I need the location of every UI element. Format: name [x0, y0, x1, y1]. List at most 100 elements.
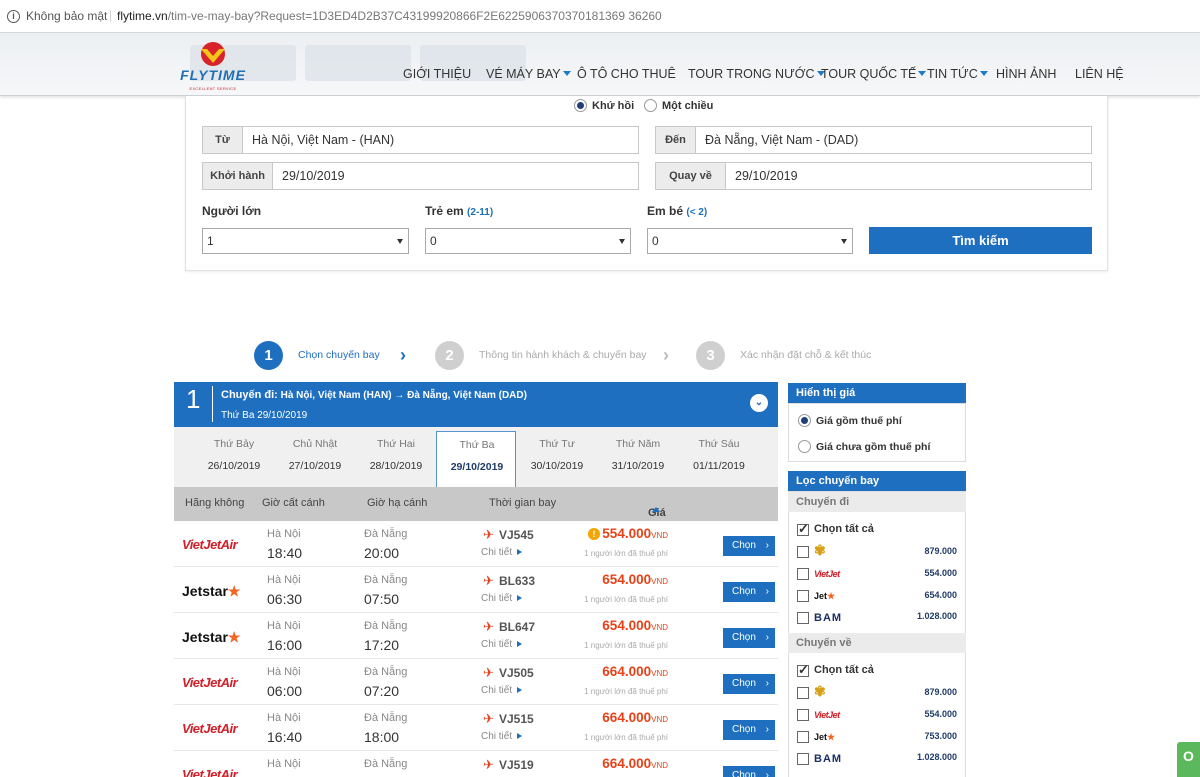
- vietjet-logo: VietJetAir: [182, 721, 238, 736]
- bamboo-icon: BAM: [814, 753, 843, 765]
- nav-tin-tuc[interactable]: TIN TỨC: [927, 67, 988, 81]
- infant-label: Em bé (< 2): [647, 204, 708, 218]
- flight-row: VietJetAir Hà Nội Đà Nẵng ✈ VJ519 664.00…: [174, 751, 778, 777]
- detail-link[interactable]: Chi tiết: [481, 731, 523, 742]
- vietjet-logo: VietJetAir: [182, 767, 238, 777]
- from-value[interactable]: Hà Nội, Việt Nam - (HAN): [252, 127, 394, 153]
- detail-link[interactable]: Chi tiết: [481, 593, 523, 604]
- child-select[interactable]: 0: [425, 228, 631, 254]
- caret-right-icon: [517, 549, 523, 555]
- to-field[interactable]: Đến Đà Nẵng, Việt Nam - (DAD): [655, 126, 1092, 154]
- price-display-box: Giá gồm thuế phí Giá chưa gồm thuế phí: [788, 403, 966, 462]
- flight-row: Jetstar★ Hà Nội 16:00 Đà Nẵng 17:20 ✈ BL…: [174, 613, 778, 659]
- day-tab-active[interactable]: Thứ Ba 29/10/2019: [436, 431, 516, 487]
- chat-tab[interactable]: O: [1177, 742, 1200, 777]
- expand-chevron-icon[interactable]: ⌄: [750, 394, 768, 412]
- filter-vietjet-checkbox[interactable]: [797, 709, 809, 721]
- col-arrive[interactable]: Giờ hạ cánh: [367, 497, 427, 509]
- col-duration[interactable]: Thời gian bay: [489, 497, 556, 509]
- url-text[interactable]: flytime.vn/tim-ve-may-bay?Request=1D3ED4…: [117, 9, 662, 23]
- day-tab[interactable]: Chủ Nhật 27/10/2019: [275, 431, 355, 487]
- results-column-header: Hãng không Giờ cất cánh Giờ hạ cánh Thời…: [174, 487, 778, 521]
- nav-gioi-thieu[interactable]: GIỚI THIỆU: [403, 67, 471, 81]
- warning-icon[interactable]: !: [588, 528, 600, 540]
- day-tab[interactable]: Thứ Năm 31/10/2019: [598, 431, 678, 487]
- logo-tagline: EXCELLENT SERVICE: [189, 86, 237, 91]
- return-value[interactable]: 29/10/2019: [735, 163, 798, 189]
- return-label: Quay về: [656, 163, 726, 189]
- logo-mark-icon: [201, 42, 225, 66]
- filter-vietjet-checkbox[interactable]: [797, 568, 809, 580]
- nav-lien-he[interactable]: LIÊN HỆ: [1075, 67, 1124, 81]
- filter-jetstar-checkbox[interactable]: [797, 731, 809, 743]
- filter-bamboo-checkbox[interactable]: [797, 612, 809, 624]
- select-all-outbound-checkbox[interactable]: [797, 521, 809, 537]
- logo-wordmark: FLYTIME: [180, 67, 246, 83]
- divider: [212, 386, 213, 422]
- choose-button[interactable]: Chọn ›: [723, 674, 775, 694]
- depart-date-field[interactable]: Khởi hành 29/10/2019: [202, 162, 639, 190]
- choose-button[interactable]: Chọn ›: [723, 536, 775, 556]
- plane-icon: ✈: [483, 573, 494, 588]
- nav-hinh-anh[interactable]: HÌNH ẢNH: [996, 67, 1056, 81]
- adult-select[interactable]: 1: [202, 228, 409, 254]
- day-tab[interactable]: Thứ Hai 28/10/2019: [356, 431, 436, 487]
- day-tab[interactable]: Thứ Bảy 26/10/2019: [194, 431, 274, 487]
- leg-number: 1: [186, 384, 201, 414]
- detail-link[interactable]: Chi tiết: [481, 639, 523, 650]
- price: 664.000VND: [602, 756, 668, 771]
- select-all-label: Chọn tất cả: [814, 523, 874, 535]
- day-tab[interactable]: Thứ Tư 30/10/2019: [517, 431, 597, 487]
- nav-tour-quoc-te[interactable]: TOUR QUỐC TẾ: [821, 67, 927, 81]
- dropdown-arrow-icon: [619, 239, 625, 244]
- choose-button[interactable]: Chọn ›: [723, 720, 775, 740]
- jetstar-icon: Jet★: [814, 732, 836, 742]
- flytime-logo[interactable]: FLYTIME EXCELLENT SERVICE: [178, 41, 248, 91]
- trip-round-radio[interactable]: Khứ hồi: [574, 99, 634, 112]
- filter-jetstar-checkbox[interactable]: [797, 590, 809, 602]
- select-all-return-checkbox[interactable]: [797, 662, 809, 678]
- price: 664.000VND: [602, 664, 668, 679]
- caret-right-icon: [517, 733, 523, 739]
- price-incl-radio[interactable]: Giá gồm thuế phí: [798, 414, 902, 427]
- vietjet-logo: VietJetAir: [182, 537, 238, 552]
- radio-icon: [798, 440, 811, 453]
- choose-button[interactable]: Chọn ›: [723, 766, 775, 777]
- from-label: Từ: [203, 127, 243, 153]
- depart-value[interactable]: 29/10/2019: [282, 163, 345, 189]
- chevron-right-icon: ›: [765, 770, 769, 777]
- nav-tour-trong-nuoc[interactable]: TOUR TRONG NƯỚC: [688, 67, 825, 81]
- filter-bamboo-checkbox[interactable]: [797, 753, 809, 765]
- chevron-right-icon: ›: [765, 632, 769, 643]
- dropdown-arrow-icon: [397, 239, 403, 244]
- detail-link[interactable]: Chi tiết: [481, 547, 523, 558]
- sort-up-icon: [652, 507, 660, 512]
- from-field[interactable]: Từ Hà Nội, Việt Nam - (HAN): [202, 126, 639, 154]
- ghost-tab-car: [305, 45, 411, 81]
- return-date-field[interactable]: Quay về 29/10/2019: [655, 162, 1092, 190]
- col-airline[interactable]: Hãng không: [185, 497, 244, 509]
- info-icon[interactable]: i: [7, 10, 20, 23]
- trip-oneway-radio[interactable]: Một chiều: [644, 99, 713, 112]
- day-tab[interactable]: Thứ Sáu 01/11/2019: [679, 431, 759, 487]
- infant-select[interactable]: 0: [647, 228, 853, 254]
- bamboo-icon: BAM: [814, 612, 843, 624]
- browser-address-bar[interactable]: i Không bảo mật | flytime.vn/tim-ve-may-…: [0, 0, 1200, 33]
- nav-o-to-cho-thue[interactable]: Ô TÔ CHO THUÊ: [577, 67, 676, 81]
- search-button[interactable]: Tìm kiếm: [869, 227, 1092, 254]
- to-label: Đến: [656, 127, 696, 153]
- separator: |: [109, 8, 113, 22]
- choose-button[interactable]: Chọn ›: [723, 628, 775, 648]
- security-label: Không bảo mật: [26, 9, 108, 23]
- chevron-right-icon: ›: [765, 724, 769, 735]
- filter-vna-checkbox[interactable]: [797, 687, 809, 699]
- col-depart[interactable]: Giờ cất cánh: [262, 497, 325, 509]
- detail-link[interactable]: Chi tiết: [481, 685, 523, 696]
- to-value[interactable]: Đà Nẵng, Việt Nam - (DAD): [705, 127, 858, 153]
- caret-right-icon: [517, 595, 523, 601]
- filter-vna-checkbox[interactable]: [797, 546, 809, 558]
- price-excl-radio[interactable]: Giá chưa gồm thuế phí: [798, 440, 930, 453]
- vietnam-airlines-icon: ✾: [814, 683, 826, 699]
- choose-button[interactable]: Chọn ›: [723, 582, 775, 602]
- nav-ve-may-bay[interactable]: VÉ MÁY BAY: [486, 67, 571, 81]
